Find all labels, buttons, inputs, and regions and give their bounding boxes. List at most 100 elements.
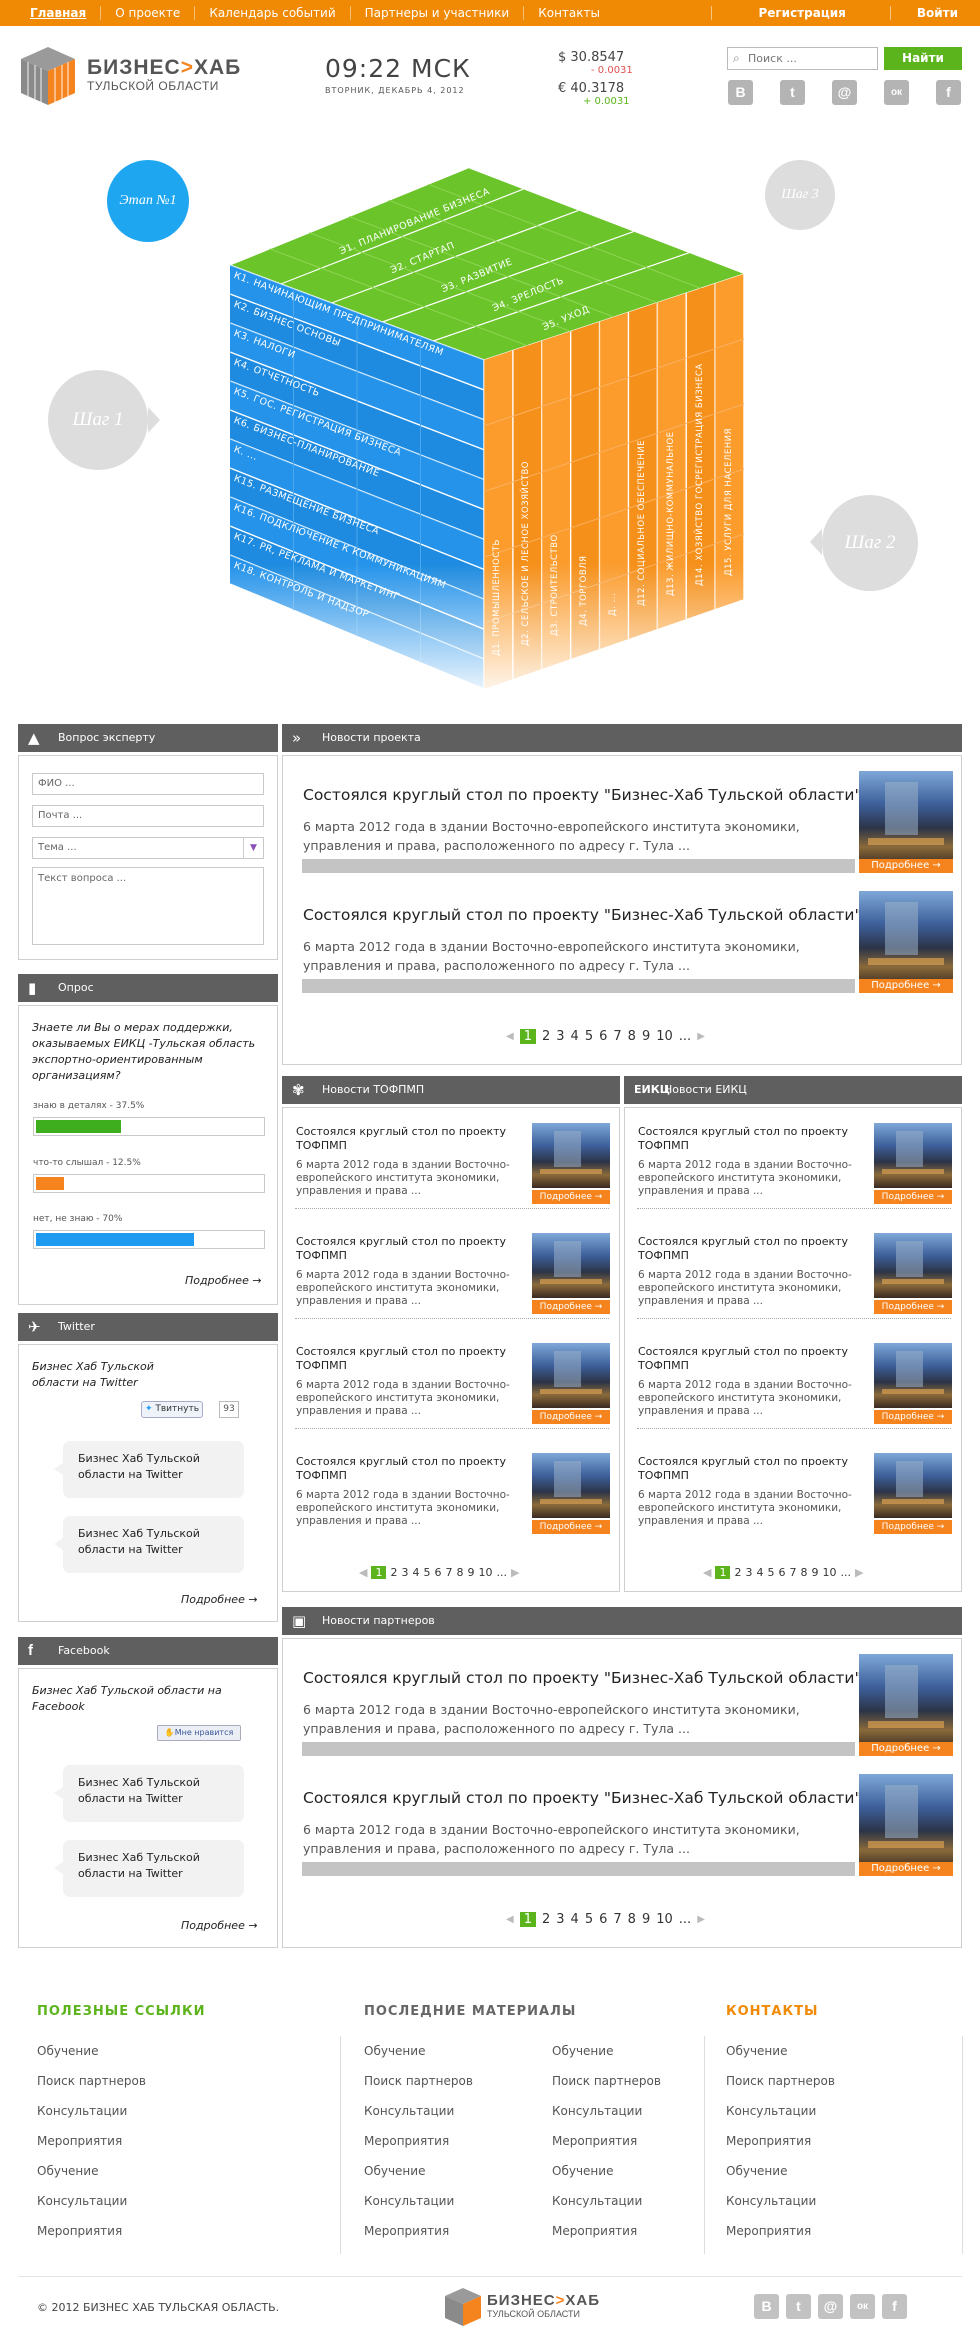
page-link[interactable]: 1 bbox=[371, 1566, 387, 1579]
poll-more-link[interactable]: Подробнее → bbox=[185, 1274, 262, 1287]
news-title[interactable]: Состоялся круглый стол по проекту "Бизне… bbox=[303, 1669, 862, 1687]
more-button[interactable]: Подробнее → bbox=[874, 1520, 952, 1534]
page-link[interactable]: 9 bbox=[811, 1566, 818, 1579]
news-title[interactable]: Состоялся круглый стол по проекту ТОФПМП bbox=[296, 1455, 526, 1483]
domain-label[interactable]: Д2. СЕЛЬСКОЕ И ЛЕСНОЕ ХОЗЯЙСТВО bbox=[521, 461, 531, 646]
footer-link[interactable]: Обучение bbox=[364, 2164, 425, 2178]
tweet-button[interactable]: ✦ Твитнуть bbox=[141, 1401, 203, 1418]
more-button[interactable]: Подробнее → bbox=[859, 979, 953, 993]
footer-link[interactable]: Обучение bbox=[726, 2164, 787, 2178]
page-link[interactable]: ... bbox=[679, 1029, 691, 1044]
page-link[interactable]: 7 bbox=[613, 1029, 621, 1044]
prev-page-icon[interactable]: ◀ bbox=[506, 1914, 514, 1925]
page-link[interactable]: 1 bbox=[715, 1566, 731, 1579]
page-link[interactable]: 4 bbox=[756, 1566, 763, 1579]
domain-label[interactable]: Д4. ТОРГОВЛЯ bbox=[579, 556, 589, 626]
page-link[interactable]: ... bbox=[679, 1912, 691, 1927]
page-link[interactable]: 9 bbox=[467, 1566, 474, 1579]
search-input[interactable] bbox=[748, 50, 873, 67]
footer-link[interactable]: Поиск партнеров bbox=[726, 2074, 835, 2088]
news-thumbnail[interactable] bbox=[859, 1654, 953, 1749]
footer-link[interactable]: Обучение bbox=[552, 2164, 613, 2178]
footer-link[interactable]: Обучение bbox=[364, 2044, 425, 2058]
question-textarea[interactable]: Текст вопроса ... bbox=[32, 867, 264, 945]
news-title[interactable]: Состоялся круглый стол по проекту ТОФПМП bbox=[296, 1235, 526, 1263]
page-link[interactable]: 6 bbox=[599, 1029, 607, 1044]
footer-link[interactable]: Мероприятия bbox=[552, 2134, 637, 2148]
domain-label[interactable]: Д14. ХОЗЯЙСТВО ГОСРЕГИСТРАЦИЯ БИЗНЕСА bbox=[695, 363, 705, 586]
page-link[interactable]: 6 bbox=[434, 1566, 441, 1579]
next-page-icon[interactable]: ▶ bbox=[511, 1566, 519, 1579]
page-link[interactable]: 2 bbox=[734, 1566, 741, 1579]
page-link[interactable]: 8 bbox=[456, 1566, 463, 1579]
domain-label[interactable]: Д3. СТРОИТЕЛЬСТВО bbox=[550, 534, 560, 636]
news-title[interactable]: Состоялся круглый стол по проекту ТОФПМП bbox=[296, 1345, 526, 1373]
news-thumbnail[interactable] bbox=[532, 1123, 610, 1188]
news-thumbnail[interactable] bbox=[859, 1774, 953, 1869]
footer-link[interactable]: Мероприятия bbox=[364, 2224, 449, 2238]
page-link[interactable]: 6 bbox=[778, 1566, 785, 1579]
page-link[interactable]: 10 bbox=[656, 1912, 673, 1927]
news-thumbnail[interactable] bbox=[859, 891, 953, 986]
footer-link[interactable]: Консультации bbox=[552, 2104, 642, 2118]
nav-item-partners[interactable]: Партнеры и участники bbox=[351, 6, 525, 20]
page-link[interactable]: 3 bbox=[556, 1912, 564, 1927]
prev-page-icon[interactable]: ◀ bbox=[359, 1566, 367, 1579]
vk-icon[interactable]: В bbox=[754, 2294, 779, 2319]
domain-label[interactable]: Д1. ПРОМЫШЛЕННОСТЬ bbox=[492, 539, 502, 656]
footer-link[interactable]: Мероприятия bbox=[552, 2224, 637, 2238]
twitter-icon[interactable]: t bbox=[780, 80, 805, 105]
odnoklassniki-icon[interactable]: ок bbox=[884, 80, 909, 105]
domain-label[interactable]: Д12. СОЦИАЛЬНОЕ ОБЕСПЕЧЕНИЕ bbox=[637, 440, 647, 606]
register-link[interactable]: Регистрация bbox=[711, 6, 889, 20]
email-field[interactable]: Почта ... bbox=[32, 805, 264, 827]
page-link[interactable]: 4 bbox=[412, 1566, 419, 1579]
news-thumbnail[interactable] bbox=[874, 1343, 952, 1408]
page-link[interactable]: ... bbox=[496, 1566, 507, 1579]
footer-link[interactable]: Консультации bbox=[364, 2104, 454, 2118]
news-thumbnail[interactable] bbox=[874, 1123, 952, 1188]
page-link[interactable]: 10 bbox=[478, 1566, 492, 1579]
footer-link[interactable]: Мероприятия bbox=[37, 2134, 122, 2148]
more-button[interactable]: Подробнее → bbox=[874, 1410, 952, 1424]
odnoklassniki-icon[interactable]: ок bbox=[850, 2294, 875, 2319]
facebook-icon[interactable]: f bbox=[936, 80, 961, 105]
footer-link[interactable]: Консультации bbox=[726, 2194, 816, 2208]
next-page-icon[interactable]: ▶ bbox=[697, 1031, 705, 1042]
more-button[interactable]: Подробнее → bbox=[859, 859, 953, 873]
nav-item-home[interactable]: Главная bbox=[22, 6, 102, 20]
news-thumbnail[interactable] bbox=[874, 1453, 952, 1518]
news-title[interactable]: Состоялся круглый стол по проекту "Бизне… bbox=[303, 1789, 862, 1807]
search-button[interactable]: Найти bbox=[884, 47, 962, 70]
facebook-more-link[interactable]: Подробнее → bbox=[181, 1919, 258, 1932]
domain-label[interactable]: Д15. УСЛУГИ ДЛЯ НАСЕЛЕНИЯ bbox=[724, 428, 734, 576]
page-link[interactable]: 1 bbox=[519, 1912, 536, 1927]
twitter-icon[interactable]: t bbox=[786, 2294, 811, 2319]
footer-link[interactable]: Поиск партнеров bbox=[552, 2074, 661, 2088]
footer-link[interactable]: Мероприятия bbox=[364, 2134, 449, 2148]
domain-label[interactable]: Д13. ЖИЛИЩНО-КОММУНАЛЬНОЕ bbox=[666, 431, 676, 596]
news-title[interactable]: Состоялся круглый стол по проекту ТОФПМП bbox=[638, 1455, 868, 1483]
news-thumbnail[interactable] bbox=[532, 1453, 610, 1518]
nav-item-calendar[interactable]: Календарь событий bbox=[195, 6, 351, 20]
news-title[interactable]: Состоялся круглый стол по проекту ТОФПМП bbox=[638, 1235, 868, 1263]
page-link[interactable]: 10 bbox=[656, 1029, 673, 1044]
next-page-icon[interactable]: ▶ bbox=[697, 1914, 705, 1925]
poll-option-bar[interactable] bbox=[33, 1174, 265, 1193]
news-thumbnail[interactable] bbox=[859, 771, 953, 866]
login-link[interactable]: Войти bbox=[889, 6, 980, 20]
domain-label[interactable]: Д. ... bbox=[608, 593, 618, 616]
more-button[interactable]: Подробнее → bbox=[874, 1300, 952, 1314]
page-link[interactable]: 7 bbox=[613, 1912, 621, 1927]
page-link[interactable]: 3 bbox=[745, 1566, 752, 1579]
mail-icon[interactable]: @ bbox=[832, 80, 857, 105]
page-link[interactable]: 5 bbox=[767, 1566, 774, 1579]
prev-page-icon[interactable]: ◀ bbox=[506, 1031, 514, 1042]
page-link[interactable]: 10 bbox=[822, 1566, 836, 1579]
step2-bubble[interactable]: Шаг 2 bbox=[822, 495, 918, 591]
page-link[interactable]: 8 bbox=[800, 1566, 807, 1579]
news-thumbnail[interactable] bbox=[532, 1343, 610, 1408]
step3-bubble[interactable]: Шаг 3 bbox=[765, 160, 835, 230]
nav-item-contacts[interactable]: Контакты bbox=[524, 6, 614, 20]
page-link[interactable]: 2 bbox=[542, 1912, 550, 1927]
